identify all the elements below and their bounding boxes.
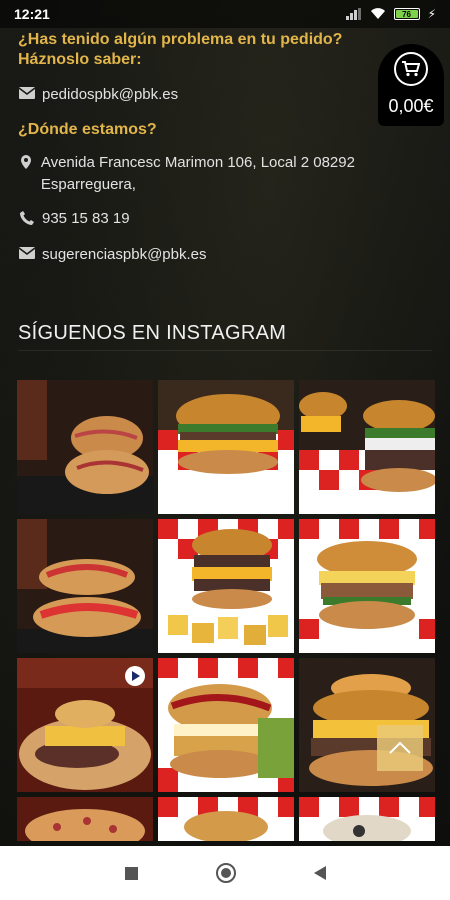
status-icons: 76 ⚡ <box>345 7 436 21</box>
phone-row[interactable]: 935 15 83 19 <box>18 208 130 230</box>
wifi-icon <box>370 8 385 19</box>
instagram-photo[interactable] <box>158 658 294 792</box>
cart-amount: 0,00€ <box>388 96 434 116</box>
instagram-photo[interactable] <box>17 797 153 841</box>
chevron-up-icon <box>389 741 411 754</box>
instagram-photo[interactable] <box>299 380 435 514</box>
address-text: Avenida Francesc Marimon 106, Local 2 08… <box>40 154 355 193</box>
scroll-to-top-button[interactable] <box>377 725 423 771</box>
instagram-photo[interactable] <box>17 380 153 514</box>
instagram-photo[interactable] <box>158 380 294 514</box>
suggestions-email[interactable]: sugerenciaspbk@pbk.es <box>42 244 207 266</box>
back-button[interactable] <box>313 866 326 880</box>
map-marker-icon <box>18 155 35 169</box>
instagram-video[interactable] <box>17 658 153 792</box>
location-heading: ¿Dónde estamos? <box>18 121 157 138</box>
suggestions-email-row[interactable]: sugerenciaspbk@pbk.es <box>18 244 207 266</box>
instagram-title: SÍGUENOS EN INSTAGRAM <box>18 322 287 344</box>
phone-icon <box>18 211 36 225</box>
instagram-grid <box>17 380 435 841</box>
instagram-photo[interactable] <box>299 797 435 841</box>
divider <box>18 350 432 351</box>
battery-icon: 76 <box>393 8 420 20</box>
system-nav-bar <box>0 846 450 900</box>
home-button[interactable] <box>215 863 236 883</box>
battery-level: 76 <box>402 9 412 19</box>
phone-number[interactable]: 935 15 83 19 <box>42 208 130 230</box>
envelope-icon <box>18 87 36 99</box>
orders-email[interactable]: pedidospbk@pbk.es <box>42 84 178 106</box>
envelope-icon <box>18 247 36 259</box>
recents-button[interactable] <box>124 866 138 880</box>
problem-heading: ¿Has tenido algún problema en tu pedido?… <box>18 31 343 68</box>
status-time: 12:21 <box>14 6 50 22</box>
charging-icon: ⚡ <box>427 7 436 21</box>
cart-button[interactable]: 0,00€ <box>378 44 444 126</box>
signal-icon <box>345 8 362 20</box>
instagram-photo[interactable] <box>158 519 294 653</box>
play-icon <box>125 666 145 686</box>
orders-email-row[interactable]: pedidospbk@pbk.es <box>18 84 178 106</box>
instagram-photo[interactable] <box>17 519 153 653</box>
instagram-photo[interactable] <box>158 797 294 841</box>
status-bar: 12:21 76 ⚡ <box>0 0 450 28</box>
address-row: Avenida Francesc Marimon 106, Local 2 08… <box>18 152 428 196</box>
instagram-photo[interactable] <box>299 519 435 653</box>
shopping-cart-icon <box>394 52 428 86</box>
